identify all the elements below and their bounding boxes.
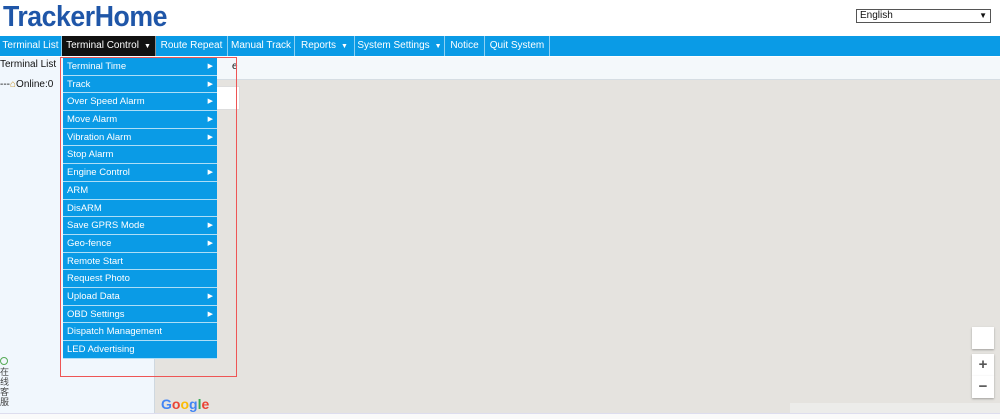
menu-item-arm[interactable]: ARM (63, 181, 217, 200)
tree-connector: --- (0, 79, 10, 90)
map-type-control[interactable] (216, 86, 240, 110)
chevron-right-icon: ▶ (207, 80, 213, 88)
menu-item-disarm[interactable]: DisARM (63, 199, 217, 218)
caret-down-icon: ▼ (341, 43, 348, 50)
nav-manual-track[interactable]: Manual Track (228, 36, 295, 56)
tree-node-online[interactable]: ---⌂Online:0 (0, 79, 53, 90)
chevron-right-icon: ▶ (207, 169, 213, 177)
chevron-right-icon: ▶ (207, 310, 213, 318)
chevron-right-icon: ▶ (207, 292, 213, 300)
app-logo: TrackerHome (3, 1, 168, 33)
nav-terminal-list[interactable]: Terminal List (0, 36, 62, 56)
menu-item-obd-settings[interactable]: OBD Settings ▶ (63, 305, 217, 324)
content-tab-header (155, 57, 1000, 80)
language-selected-value: English (860, 10, 893, 21)
chevron-right-icon: ▶ (207, 116, 213, 124)
menu-item-over-speed-alarm[interactable]: Over Speed Alarm ▶ (63, 93, 217, 112)
bottom-bar (0, 413, 1000, 419)
menu-item-terminal-time[interactable]: Terminal Time ▶ (63, 58, 217, 76)
menu-item-track[interactable]: Track ▶ (63, 75, 217, 94)
menu-item-request-photo[interactable]: Request Photo (63, 270, 217, 288)
chevron-right-icon: ▶ (207, 98, 213, 106)
main-navbar: Terminal List Terminal Control ▼ Route Re… (0, 36, 1000, 56)
menu-item-remote-start[interactable]: Remote Start (63, 252, 217, 271)
menu-item-geo-fence[interactable]: Geo-fence ▶ (63, 234, 217, 253)
menu-item-dispatch-management[interactable]: Dispatch Management (63, 323, 217, 341)
chat-icon (0, 357, 8, 365)
zoom-out-button[interactable]: − (972, 376, 994, 398)
nav-route-repeat[interactable]: Route Repeat (156, 36, 228, 56)
sidebar-title: Terminal List (0, 59, 57, 70)
zoom-in-button[interactable]: + (972, 354, 994, 376)
chevron-right-icon: ▶ (207, 239, 213, 247)
language-select[interactable]: English ▼ (856, 9, 991, 23)
nav-system-settings[interactable]: System Settings ▼ (355, 36, 445, 56)
nav-notice[interactable]: Notice (445, 36, 485, 56)
menu-item-vibration-alarm[interactable]: Vibration Alarm ▶ (63, 128, 217, 147)
menu-item-upload-data[interactable]: Upload Data ▶ (63, 287, 217, 306)
caret-down-icon: ▼ (434, 43, 442, 50)
google-logo: Google (161, 396, 210, 412)
terminal-control-menu: Terminal Time ▶ Track ▶ Over Speed Alarm ▶ … (63, 58, 217, 359)
nav-reports[interactable]: Reports ▼ (295, 36, 355, 56)
menu-item-move-alarm[interactable]: Move Alarm ▶ (63, 111, 217, 129)
tab-label-fragment: e (232, 61, 238, 72)
online-support-widget[interactable]: 在线客服 (0, 357, 10, 407)
menu-item-led-advertising[interactable]: LED Advertising (63, 341, 217, 359)
street-view-button[interactable] (972, 327, 994, 349)
map-attribution (790, 403, 1000, 413)
chevron-down-icon: ▼ (979, 11, 987, 20)
chevron-right-icon: ▶ (207, 63, 213, 70)
nav-terminal-control[interactable]: Terminal Control ▼ (62, 36, 156, 56)
chevron-right-icon: ▶ (207, 133, 213, 141)
menu-item-save-gprs-mode[interactable]: Save GPRS Mode ▶ (63, 217, 217, 235)
chevron-right-icon: ▶ (207, 222, 213, 230)
caret-down-icon: ▼ (143, 43, 151, 50)
menu-item-engine-control[interactable]: Engine Control ▶ (63, 164, 217, 182)
map-canvas[interactable] (155, 80, 1000, 413)
menu-item-stop-alarm[interactable]: Stop Alarm (63, 146, 217, 165)
nav-quit-system[interactable]: Quit System (485, 36, 550, 56)
